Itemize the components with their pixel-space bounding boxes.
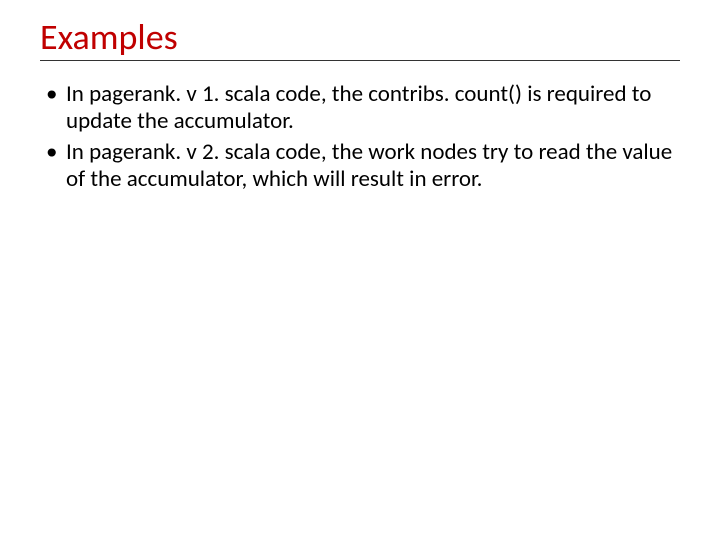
bullet-list: In pagerank. v 1. scala code, the contri…: [40, 81, 680, 194]
slide-title: Examples: [40, 18, 680, 61]
list-item: In pagerank. v 1. scala code, the contri…: [44, 81, 680, 135]
list-item: In pagerank. v 2. scala code, the work n…: [44, 139, 680, 193]
